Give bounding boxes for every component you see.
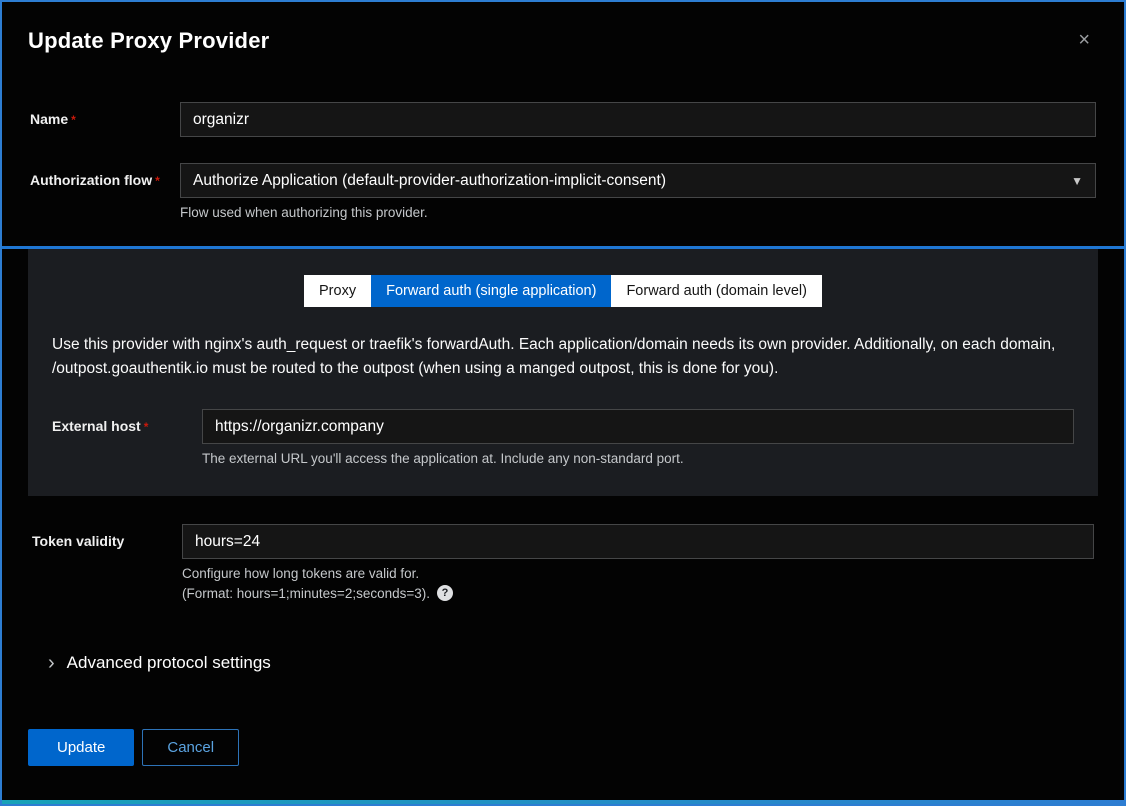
help-icon[interactable]: ? — [437, 585, 453, 601]
external-host-label: External host* — [52, 409, 202, 434]
bottom-accent-bar — [2, 800, 1124, 804]
tab-forward-auth-single[interactable]: Forward auth (single application) — [371, 275, 611, 307]
advanced-settings-toggle[interactable]: › Advanced protocol settings — [48, 653, 271, 673]
advanced-settings-label: Advanced protocol settings — [67, 653, 271, 673]
modal-header: Update Proxy Provider × — [2, 2, 1124, 54]
authorization-flow-control: Authorize Application (default-provider-… — [180, 163, 1096, 220]
modal-body: Name* Authorization flow* Authorize Appl… — [2, 102, 1124, 220]
authorization-flow-label: Authorization flow* — [30, 163, 180, 188]
authorization-flow-help: Flow used when authorizing this provider… — [180, 205, 1096, 220]
external-host-input[interactable] — [202, 409, 1074, 444]
page-title: Update Proxy Provider — [28, 28, 1098, 54]
chevron-right-icon: › — [48, 653, 55, 673]
name-field-row: Name* — [30, 102, 1096, 137]
tab-forward-auth-domain[interactable]: Forward auth (domain level) — [611, 275, 822, 307]
tab-proxy[interactable]: Proxy — [304, 275, 371, 307]
token-validity-input[interactable] — [182, 524, 1094, 559]
token-validity-format: (Format: hours=1;minutes=2;seconds=3). — [182, 586, 430, 601]
close-button[interactable]: × — [1078, 30, 1090, 50]
token-validity-format-line: (Format: hours=1;minutes=2;seconds=3). ? — [182, 585, 1094, 601]
proxy-mode-section: Proxy Forward auth (single application) … — [28, 249, 1098, 496]
name-label: Name* — [30, 102, 180, 127]
mode-description: Use this provider with nginx's auth_requ… — [52, 333, 1062, 381]
token-validity-row: Token validity Configure how long tokens… — [30, 524, 1096, 601]
modal-body-lower: Token validity Configure how long tokens… — [2, 524, 1124, 673]
authorization-flow-select[interactable]: Authorize Application (default-provider-… — [180, 163, 1096, 198]
token-validity-control: Configure how long tokens are valid for.… — [182, 524, 1094, 601]
token-validity-label: Token validity — [32, 524, 182, 549]
required-asterisk: * — [71, 113, 76, 127]
token-validity-help: Configure how long tokens are valid for. — [182, 566, 1094, 581]
authorization-flow-row: Authorization flow* Authorize Applicatio… — [30, 163, 1096, 220]
chevron-down-icon: ▼ — [1071, 174, 1083, 188]
required-asterisk: * — [155, 174, 160, 188]
authorization-flow-selected-value: Authorize Application (default-provider-… — [193, 172, 666, 190]
modal-footer: Update Cancel — [2, 729, 1124, 766]
update-button[interactable]: Update — [28, 729, 134, 766]
name-input[interactable] — [180, 102, 1096, 137]
external-host-row: External host* The external URL you'll a… — [52, 409, 1074, 466]
external-host-help: The external URL you'll access the appli… — [202, 451, 1074, 466]
close-icon: × — [1078, 29, 1090, 51]
cancel-button[interactable]: Cancel — [142, 729, 239, 766]
required-asterisk: * — [144, 420, 149, 434]
external-host-control: The external URL you'll access the appli… — [202, 409, 1074, 466]
proxy-mode-tabs: Proxy Forward auth (single application) … — [52, 275, 1074, 307]
